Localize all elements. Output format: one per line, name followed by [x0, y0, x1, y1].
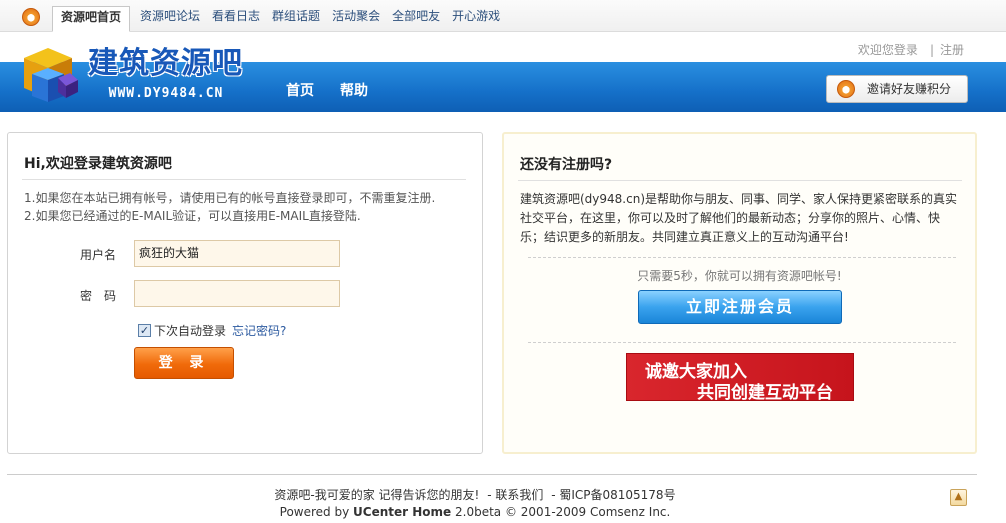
site-title: 建筑资源吧 [88, 46, 243, 81]
invite-icon [837, 80, 855, 98]
footer-links: 资源吧-我可爱的家 记得告诉您的朋友! - 联系我们 - 蜀ICP备081051… [0, 486, 950, 503]
register-panel: 还没有注册吗? 建筑资源吧(dy948.cn)是帮助你与朋友、同事、同学、家人保… [502, 132, 977, 454]
register-link[interactable]: 注册 [940, 43, 964, 57]
register-button[interactable]: 立即注册会员 [638, 290, 842, 324]
main-nav-home[interactable]: 首页 [286, 80, 314, 100]
register-heading: 还没有注册吗? [520, 157, 613, 173]
password-input[interactable] [134, 280, 340, 307]
nav-item-events[interactable]: 活动聚会 [326, 6, 386, 28]
login-heading: Hi,欢迎登录建筑资源吧 [24, 156, 172, 172]
nav-item-forum[interactable]: 资源吧论坛 [134, 6, 206, 28]
site-logo[interactable]: 建筑资源吧 WWW.DY9484.CN [16, 36, 252, 112]
nav-item-members[interactable]: 全部吧友 [386, 6, 446, 28]
username-label: 用户名 [80, 248, 117, 262]
login-tips: 1.如果您在本站已拥有帐号，请使用已有的帐号直接登录即可，不需重复注册. 2.如… [24, 189, 435, 225]
powered-version: 2.0beta © 2001-2009 Comsenz Inc. [455, 505, 671, 519]
nav-item-groups[interactable]: 群组话题 [266, 6, 326, 28]
nav-item-blogs[interactable]: 看看日志 [206, 6, 266, 28]
register-divider [518, 180, 962, 181]
login-divider [22, 179, 466, 180]
user-links: 欢迎您登录 | 注册 [858, 41, 964, 58]
username-input[interactable]: 疯狂的大猫 [134, 240, 340, 267]
login-tip-2: 2.如果您已经通过的E-MAIL验证，可以直接用E-MAIL直接登陆. [24, 209, 361, 223]
back-to-top-icon[interactable]: ▲ [950, 489, 967, 506]
login-button[interactable]: 登 录 [134, 347, 234, 379]
login-tip-1: 1.如果您在本站已拥有帐号，请使用已有的帐号直接登录即可，不需重复注册. [24, 191, 436, 205]
footer-divider [7, 474, 977, 475]
remember-label: 下次自动登录 [154, 324, 227, 338]
nav-item-home[interactable]: 资源吧首页 [52, 6, 131, 32]
promo-banner[interactable]: 诚邀大家加入 共同创建互动平台 [626, 353, 854, 401]
invite-friends-button[interactable]: 邀请好友赚积分 [826, 75, 968, 103]
site-url: WWW.DY9484.CN [108, 86, 224, 101]
powered-name[interactable]: UCenter Home [353, 505, 451, 519]
powered-prefix: Powered by [279, 505, 350, 519]
icp-link[interactable]: - 蜀ICP备08105178号 [551, 488, 675, 502]
login-link[interactable]: 欢迎您登录 [858, 43, 918, 57]
top-nav-menu: 资源吧首页 资源吧论坛 看看日志 群组话题 活动聚会 全部吧友 开心游戏 [52, 6, 506, 32]
site-home-icon[interactable] [22, 8, 40, 26]
login-panel: Hi,欢迎登录建筑资源吧 1.如果您在本站已拥有帐号，请使用已有的帐号直接登录即… [7, 132, 483, 454]
invite-label: 邀请好友赚积分 [867, 82, 952, 96]
main-nav-help[interactable]: 帮助 [340, 80, 368, 100]
contact-link[interactable]: - 联系我们 [487, 488, 543, 502]
footer-slogan: 资源吧-我可爱的家 记得告诉您的朋友! [274, 488, 480, 502]
register-description: 建筑资源吧(dy948.cn)是帮助你与朋友、同事、同学、家人保持更紧密联系的真… [520, 192, 958, 244]
top-navigation-bar: 资源吧首页 资源吧论坛 看看日志 群组话题 活动聚会 全部吧友 开心游戏 [0, 0, 1006, 32]
cube-logo-icon [24, 48, 78, 102]
nav-item-games[interactable]: 开心游戏 [446, 6, 506, 28]
remember-checkbox[interactable]: ✓ [138, 324, 151, 337]
register-hint: 只需要5秒，你就可以拥有资源吧帐号! [637, 269, 842, 283]
main-nav: 首页 帮助 [286, 80, 394, 100]
password-label: 密 码 [80, 289, 117, 303]
link-separator: | [929, 43, 934, 57]
remember-me: ✓ 下次自动登录 忘记密码? [138, 322, 286, 339]
forgot-password-link[interactable]: 忘记密码? [232, 322, 286, 339]
footer-powered: Powered by UCenter Home 2.0beta © 2001-2… [0, 505, 950, 519]
promo-line-2: 共同创建互动平台 [697, 383, 833, 401]
dashed-divider-top [528, 257, 956, 258]
dashed-divider-bottom [528, 342, 956, 343]
